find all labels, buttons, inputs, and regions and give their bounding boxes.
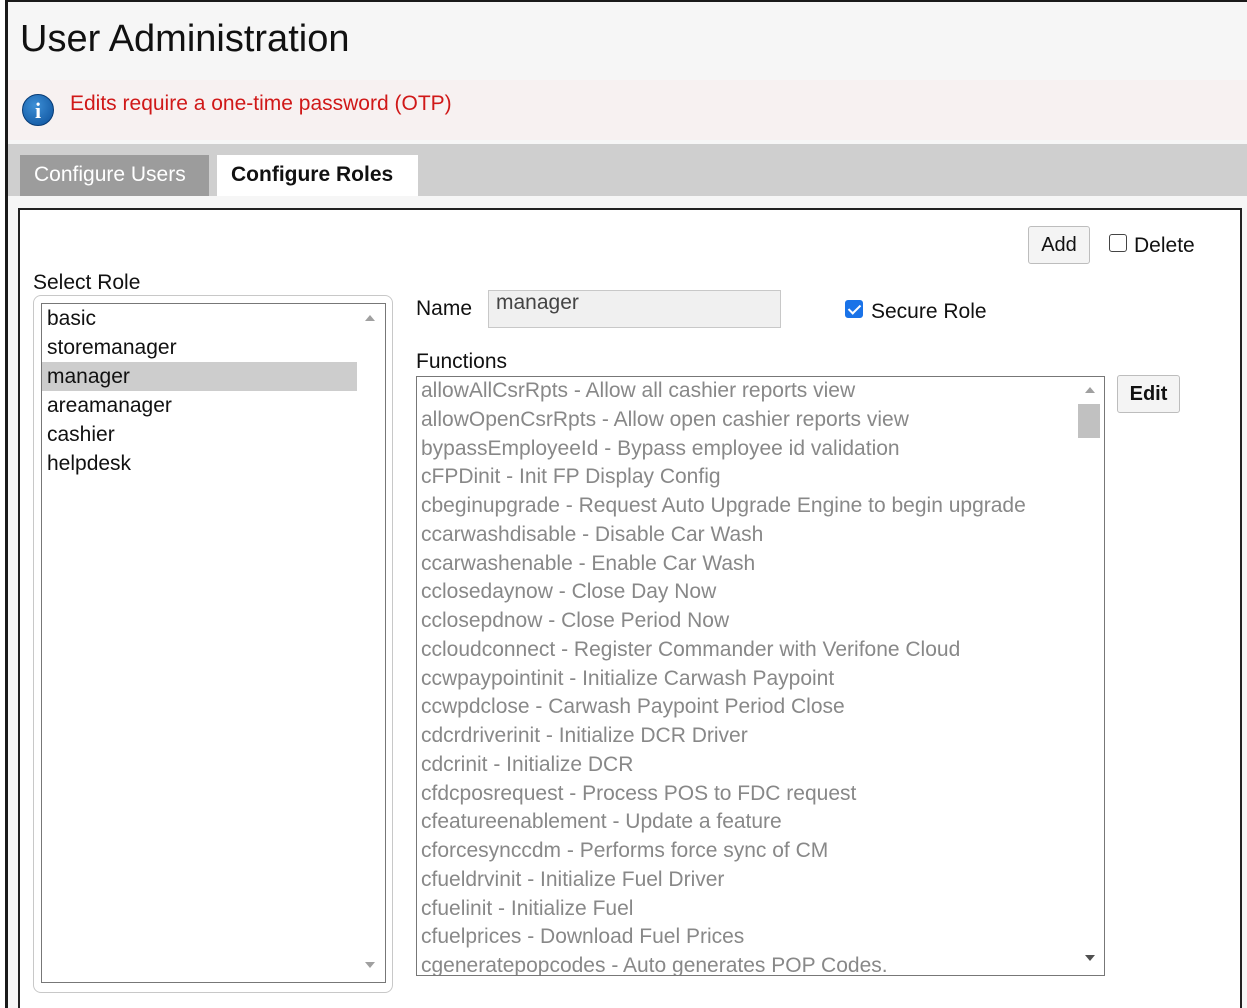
function-item[interactable]: cfuelprices - Download Fuel Prices xyxy=(417,923,1104,952)
page-title: User Administration xyxy=(20,18,350,60)
function-item[interactable]: cforcesynccdm - Performs force sync of C… xyxy=(417,837,1104,866)
name-input[interactable]: manager xyxy=(488,290,781,328)
function-item[interactable]: cbeginupgrade - Request Auto Upgrade Eng… xyxy=(417,492,1104,521)
function-item[interactable]: cfueldrvinit - Initialize Fuel Driver xyxy=(417,866,1104,895)
function-item[interactable]: cdcrdriverinit - Initialize DCR Driver xyxy=(417,722,1104,751)
role-scroll-up-icon[interactable] xyxy=(365,315,375,321)
notice-text: Edits require a one-time password (OTP) xyxy=(70,92,452,115)
function-item[interactable]: cFPDinit - Init FP Display Config xyxy=(417,463,1104,492)
role-list[interactable]: basic storemanager manager areamanager c… xyxy=(41,303,386,983)
delete-label[interactable]: Delete xyxy=(1134,234,1195,258)
functions-scroll-down-icon[interactable] xyxy=(1085,955,1095,961)
function-item[interactable]: allowAllCsrRpts - Allow all cashier repo… xyxy=(417,377,1104,406)
function-item[interactable]: ccarwashdisable - Disable Car Wash xyxy=(417,521,1104,550)
role-item-manager[interactable]: manager xyxy=(42,362,357,391)
tab-configure-roles[interactable]: Configure Roles xyxy=(217,155,418,196)
function-item[interactable]: allowOpenCsrRpts - Allow open cashier re… xyxy=(417,406,1104,435)
function-item[interactable]: cfuelinit - Initialize Fuel xyxy=(417,895,1104,924)
secure-role-checkbox[interactable] xyxy=(845,300,863,318)
function-item[interactable]: ccwpaypointinit - Initialize Carwash Pay… xyxy=(417,665,1104,694)
function-item[interactable]: cfdcposrequest - Process POS to FDC requ… xyxy=(417,780,1104,809)
function-item[interactable]: bypassEmployeeId - Bypass employee id va… xyxy=(417,435,1104,464)
add-button[interactable]: Add xyxy=(1028,226,1090,264)
role-item-areamanager[interactable]: areamanager xyxy=(42,391,357,420)
function-item[interactable]: cclosepdnow - Close Period Now xyxy=(417,607,1104,636)
delete-checkbox[interactable] xyxy=(1109,234,1127,252)
functions-scrollbar-thumb[interactable] xyxy=(1078,404,1100,438)
secure-role-label[interactable]: Secure Role xyxy=(871,300,987,324)
functions-list[interactable]: allowAllCsrRpts - Allow all cashier repo… xyxy=(416,376,1105,976)
info-icon: i xyxy=(22,94,54,126)
select-role-label: Select Role xyxy=(33,271,141,294)
role-item-cashier[interactable]: cashier xyxy=(42,420,357,449)
function-item[interactable]: cgeneratepopcodes - Auto generates POP C… xyxy=(417,952,1104,975)
tab-bar: Configure Users Configure Roles xyxy=(8,144,1247,196)
otp-notice: i Edits require a one-time password (OTP… xyxy=(8,80,1247,140)
name-label: Name xyxy=(416,297,473,320)
role-item-helpdesk[interactable]: helpdesk xyxy=(42,449,357,478)
edit-button[interactable]: Edit xyxy=(1117,375,1180,413)
function-item[interactable]: cdcrinit - Initialize DCR xyxy=(417,751,1104,780)
role-item-storemanager[interactable]: storemanager xyxy=(42,333,357,362)
function-item[interactable]: cfeatureenablement - Update a feature xyxy=(417,808,1104,837)
function-item[interactable]: ccarwashenable - Enable Car Wash xyxy=(417,550,1104,579)
function-item[interactable]: ccloudconnect - Register Commander with … xyxy=(417,636,1104,665)
function-item[interactable]: ccwpdclose - Carwash Paypoint Period Clo… xyxy=(417,693,1104,722)
role-item-basic[interactable]: basic xyxy=(42,304,357,333)
role-scroll-down-icon[interactable] xyxy=(365,962,375,968)
tab-configure-users[interactable]: Configure Users xyxy=(20,155,209,196)
functions-scroll-up-icon[interactable] xyxy=(1085,387,1095,393)
functions-label: Functions xyxy=(416,350,508,373)
function-item[interactable]: cclosedaynow - Close Day Now xyxy=(417,578,1104,607)
